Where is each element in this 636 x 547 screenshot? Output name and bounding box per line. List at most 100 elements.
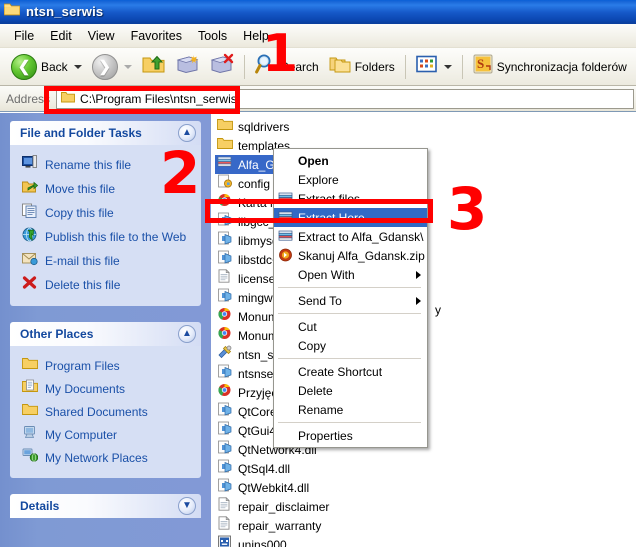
menu-edit[interactable]: Edit	[42, 27, 80, 45]
dll-icon	[217, 288, 233, 307]
publish-web-icon	[22, 227, 38, 247]
panel-header[interactable]: Other Places ▲	[10, 322, 201, 346]
sync-folders-button[interactable]: S Synchronizacja folderów	[468, 52, 632, 81]
context-menu-item-open[interactable]: Open	[274, 151, 427, 170]
winrar-icon	[278, 229, 294, 245]
file-name: repair_disclaimer	[238, 499, 330, 514]
file-name: config	[238, 176, 271, 191]
task-label: Publish this file to the Web	[45, 230, 187, 244]
menu-bar: File Edit View Favorites Tools Help	[0, 24, 636, 48]
task-delete-this-file[interactable]: Delete this file	[10, 273, 201, 297]
back-label: Back	[41, 59, 68, 74]
context-menu-item-open-with[interactable]: Open With	[274, 265, 427, 284]
delete-button[interactable]	[205, 51, 239, 82]
list-item[interactable]: repair_warranty	[215, 515, 636, 535]
chevron-up-icon[interactable]: ▲	[178, 325, 196, 343]
context-menu-item-explore[interactable]: Explore	[274, 170, 427, 189]
dll-icon	[217, 421, 233, 440]
place-label: My Documents	[45, 381, 126, 396]
back-arrow-icon: ❮	[11, 53, 37, 80]
place-my-network-places[interactable]: My Network Places	[10, 446, 201, 469]
chevron-down-icon	[123, 64, 132, 69]
menu-item-label: Explore	[298, 172, 339, 187]
menu-item-label: Delete	[298, 383, 333, 398]
menu-separator	[278, 313, 421, 314]
forward-arrow-icon: ❯	[91, 53, 118, 80]
file-name: QtSql4.dll	[238, 461, 291, 476]
window-title: ntsn_serwis	[26, 4, 104, 19]
dll-icon	[217, 231, 233, 250]
move-file-icon	[22, 179, 39, 199]
list-item[interactable]: repair_disclaimer	[215, 496, 636, 516]
menu-file[interactable]: File	[6, 27, 42, 45]
file-name: unins000	[238, 537, 287, 547]
panel-details: Details ▼	[10, 494, 201, 518]
task-label: Copy this file	[45, 206, 114, 220]
context-menu-item-delete[interactable]: Delete	[274, 381, 427, 400]
list-item[interactable]: unins000	[215, 535, 636, 547]
place-label: Program Files	[45, 358, 120, 373]
text-file-icon	[217, 268, 233, 288]
task-publish-this-file-to-the-web[interactable]: Publish this file to the Web	[10, 225, 201, 249]
context-menu[interactable]: Open Explore Extract files... Extract He…	[273, 148, 428, 448]
task-label: Delete this file	[45, 278, 121, 292]
place-shared-documents[interactable]: Shared Documents	[10, 400, 201, 423]
delete-x-icon	[22, 275, 38, 295]
dll-icon	[217, 364, 233, 383]
config-icon	[217, 174, 233, 193]
submenu-arrow-icon	[416, 270, 421, 279]
up-one-level-button[interactable]	[137, 51, 171, 82]
context-menu-item-rename[interactable]: Rename	[274, 400, 427, 419]
list-item[interactable]: QtSql4.dll	[215, 459, 636, 478]
menu-separator	[278, 287, 421, 288]
place-program-files[interactable]: Program Files	[10, 354, 201, 377]
place-my-documents[interactable]: My Documents	[10, 377, 201, 400]
menu-separator	[278, 358, 421, 359]
back-button[interactable]: ❮ Back	[6, 52, 87, 82]
move-to-folder-button[interactable]	[171, 51, 205, 82]
antivirus-icon	[278, 248, 294, 264]
context-menu-item-create-shortcut[interactable]: Create Shortcut	[274, 362, 427, 381]
context-menu-item-send-to[interactable]: Send To	[274, 291, 427, 310]
chevron-down-icon[interactable]: ▼	[178, 497, 196, 515]
task-email-this-file[interactable]: E-mail this file	[10, 249, 201, 273]
menu-favorites[interactable]: Favorites	[123, 27, 190, 45]
toolbar: ❮ Back ❯ Search Folders S Synchronizacja…	[0, 48, 636, 86]
context-menu-item-cut[interactable]: Cut	[274, 317, 427, 336]
views-icon	[415, 55, 438, 78]
menu-item-label: Extract to Alfa_Gdansk\	[298, 229, 424, 244]
toolbar-separator	[404, 54, 406, 79]
chevron-down-icon[interactable]	[73, 64, 82, 69]
annotation-number-3: 3	[447, 175, 488, 243]
menu-tools[interactable]: Tools	[190, 27, 235, 45]
context-menu-item-extract-to-folder[interactable]: Extract to Alfa_Gdansk\	[274, 227, 427, 246]
panel-body: Program Files My Documents Shared Docume…	[10, 346, 201, 478]
network-places-icon	[22, 448, 39, 467]
menu-item-label: Copy	[298, 338, 327, 353]
context-menu-item-scan[interactable]: Skanuj Alfa_Gdansk.zip	[274, 246, 427, 265]
forward-button[interactable]: ❯	[87, 52, 137, 82]
context-menu-item-properties[interactable]: Properties	[274, 426, 427, 445]
sync-folders-icon: S	[473, 54, 493, 79]
context-menu-item-copy[interactable]: Copy	[274, 336, 427, 355]
list-item[interactable]: sqldrivers	[215, 117, 636, 136]
folders-button[interactable]: Folders	[324, 52, 400, 81]
views-button[interactable]	[411, 53, 457, 80]
dll-icon	[217, 440, 233, 459]
menu-view[interactable]: View	[80, 27, 123, 45]
dll-icon	[217, 402, 233, 421]
place-my-computer[interactable]: My Computer	[10, 423, 201, 446]
dat-file-icon	[217, 535, 233, 547]
folder-icon	[217, 117, 233, 136]
chevron-down-icon[interactable]	[443, 64, 452, 69]
panel-title: Other Places	[20, 327, 94, 341]
copy-file-icon	[22, 203, 38, 223]
explorer-window: ntsn_serwis File Edit View Favorites Too…	[0, 0, 636, 547]
panel-header[interactable]: Details ▼	[10, 494, 201, 518]
task-label: Move this file	[45, 182, 116, 196]
annotation-number-2: 2	[160, 139, 201, 207]
up-folder-icon	[142, 53, 166, 80]
list-item[interactable]: QtWebkit4.dll	[215, 478, 636, 497]
menu-item-label: Cut	[298, 319, 317, 334]
panel-title: Details	[20, 499, 60, 513]
